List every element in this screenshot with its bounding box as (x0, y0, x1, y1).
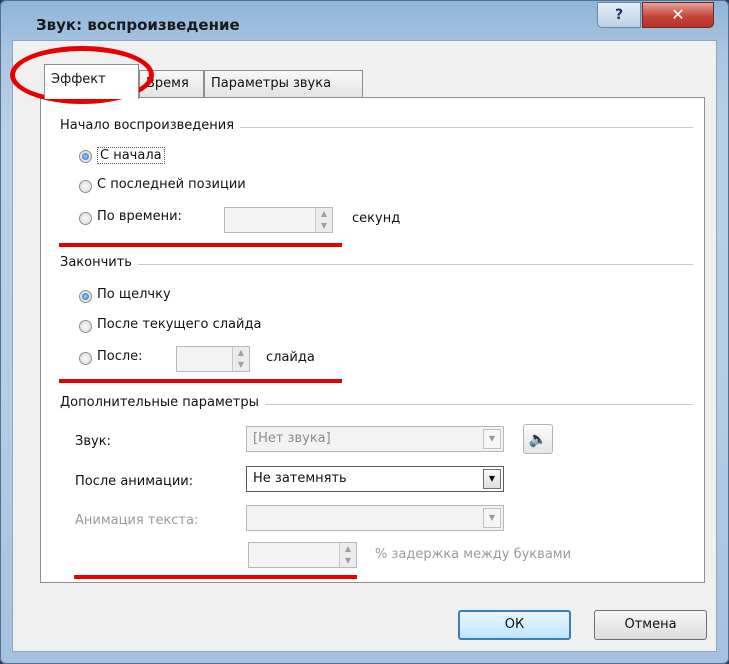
radio-after-current-slide-label[interactable]: После текущего слайда (97, 317, 261, 332)
radio-after-slides-label[interactable]: После: (97, 349, 143, 364)
window-title: Звук: воспроизведение (36, 16, 240, 34)
finish-group-divider (60, 264, 693, 265)
radio-from-beginning[interactable] (79, 150, 92, 163)
spin-down-icon[interactable]: ▼ (316, 220, 332, 232)
chevron-down-icon[interactable]: ▼ (483, 508, 501, 528)
time-spinner[interactable]: ▲ ▼ (224, 207, 333, 233)
tab-sound-settings[interactable]: Параметры звука (204, 70, 363, 98)
sound-label: Звук: (75, 434, 111, 449)
cancel-button[interactable]: Отмена (594, 610, 707, 640)
text-animation-combo[interactable]: ▼ (246, 505, 504, 531)
after-animation-value: Не затемнять (253, 471, 347, 486)
help-button[interactable]: ? (597, 2, 641, 28)
delay-spinner[interactable]: ▲ ▼ (248, 542, 357, 568)
close-button[interactable]: ✕ (642, 2, 714, 28)
tab-effect[interactable]: Эффект (44, 64, 139, 99)
radio-after-slides[interactable] (79, 352, 92, 365)
speaker-icon[interactable]: 🔈 (523, 424, 553, 454)
radio-on-click[interactable] (79, 290, 92, 303)
radio-from-last-position-label[interactable]: С последней позиции (97, 177, 246, 192)
radio-by-time[interactable] (79, 212, 92, 225)
annotation-underline (74, 575, 357, 579)
radio-on-click-label[interactable]: По щелчку (97, 287, 171, 302)
radio-after-current-slide[interactable] (79, 320, 92, 333)
slides-spinner[interactable]: ▲ ▼ (176, 346, 250, 372)
after-animation-label: После анимации: (75, 474, 194, 489)
after-animation-combo[interactable]: Не затемнять ▼ (246, 466, 504, 492)
sound-combo-value: [Нет звука] (253, 431, 331, 446)
radio-by-time-label[interactable]: По времени: (97, 209, 182, 224)
text-animation-label: Анимация текста: (75, 513, 199, 528)
annotation-underline (59, 379, 342, 383)
annotation-underline (59, 243, 342, 247)
spin-up-icon[interactable]: ▲ (340, 543, 356, 555)
extra-group-title: Дополнительные параметры (60, 395, 265, 410)
ok-button[interactable]: ОК (458, 610, 571, 640)
chevron-down-icon[interactable]: ▼ (483, 469, 501, 489)
slides-unit-label: слайда (266, 350, 315, 365)
dialog-window: Звук: воспроизведение ? ✕ Эффект Время П… (0, 0, 729, 664)
start-group-title: Начало воспроизведения (60, 118, 241, 133)
spin-down-icon[interactable]: ▼ (233, 359, 249, 371)
spin-down-icon[interactable]: ▼ (340, 555, 356, 567)
finish-group-title: Закончить (60, 255, 138, 270)
spin-up-icon[interactable]: ▲ (233, 347, 249, 359)
sound-combo[interactable]: [Нет звука] ▼ (246, 426, 504, 452)
radio-from-last-position[interactable] (79, 180, 92, 193)
chevron-down-icon[interactable]: ▼ (483, 429, 501, 449)
radio-from-beginning-label[interactable]: С начала (97, 147, 165, 164)
spin-up-icon[interactable]: ▲ (316, 208, 332, 220)
delay-label: % задержка между буквами (375, 547, 572, 562)
time-unit-label: секунд (352, 211, 401, 226)
